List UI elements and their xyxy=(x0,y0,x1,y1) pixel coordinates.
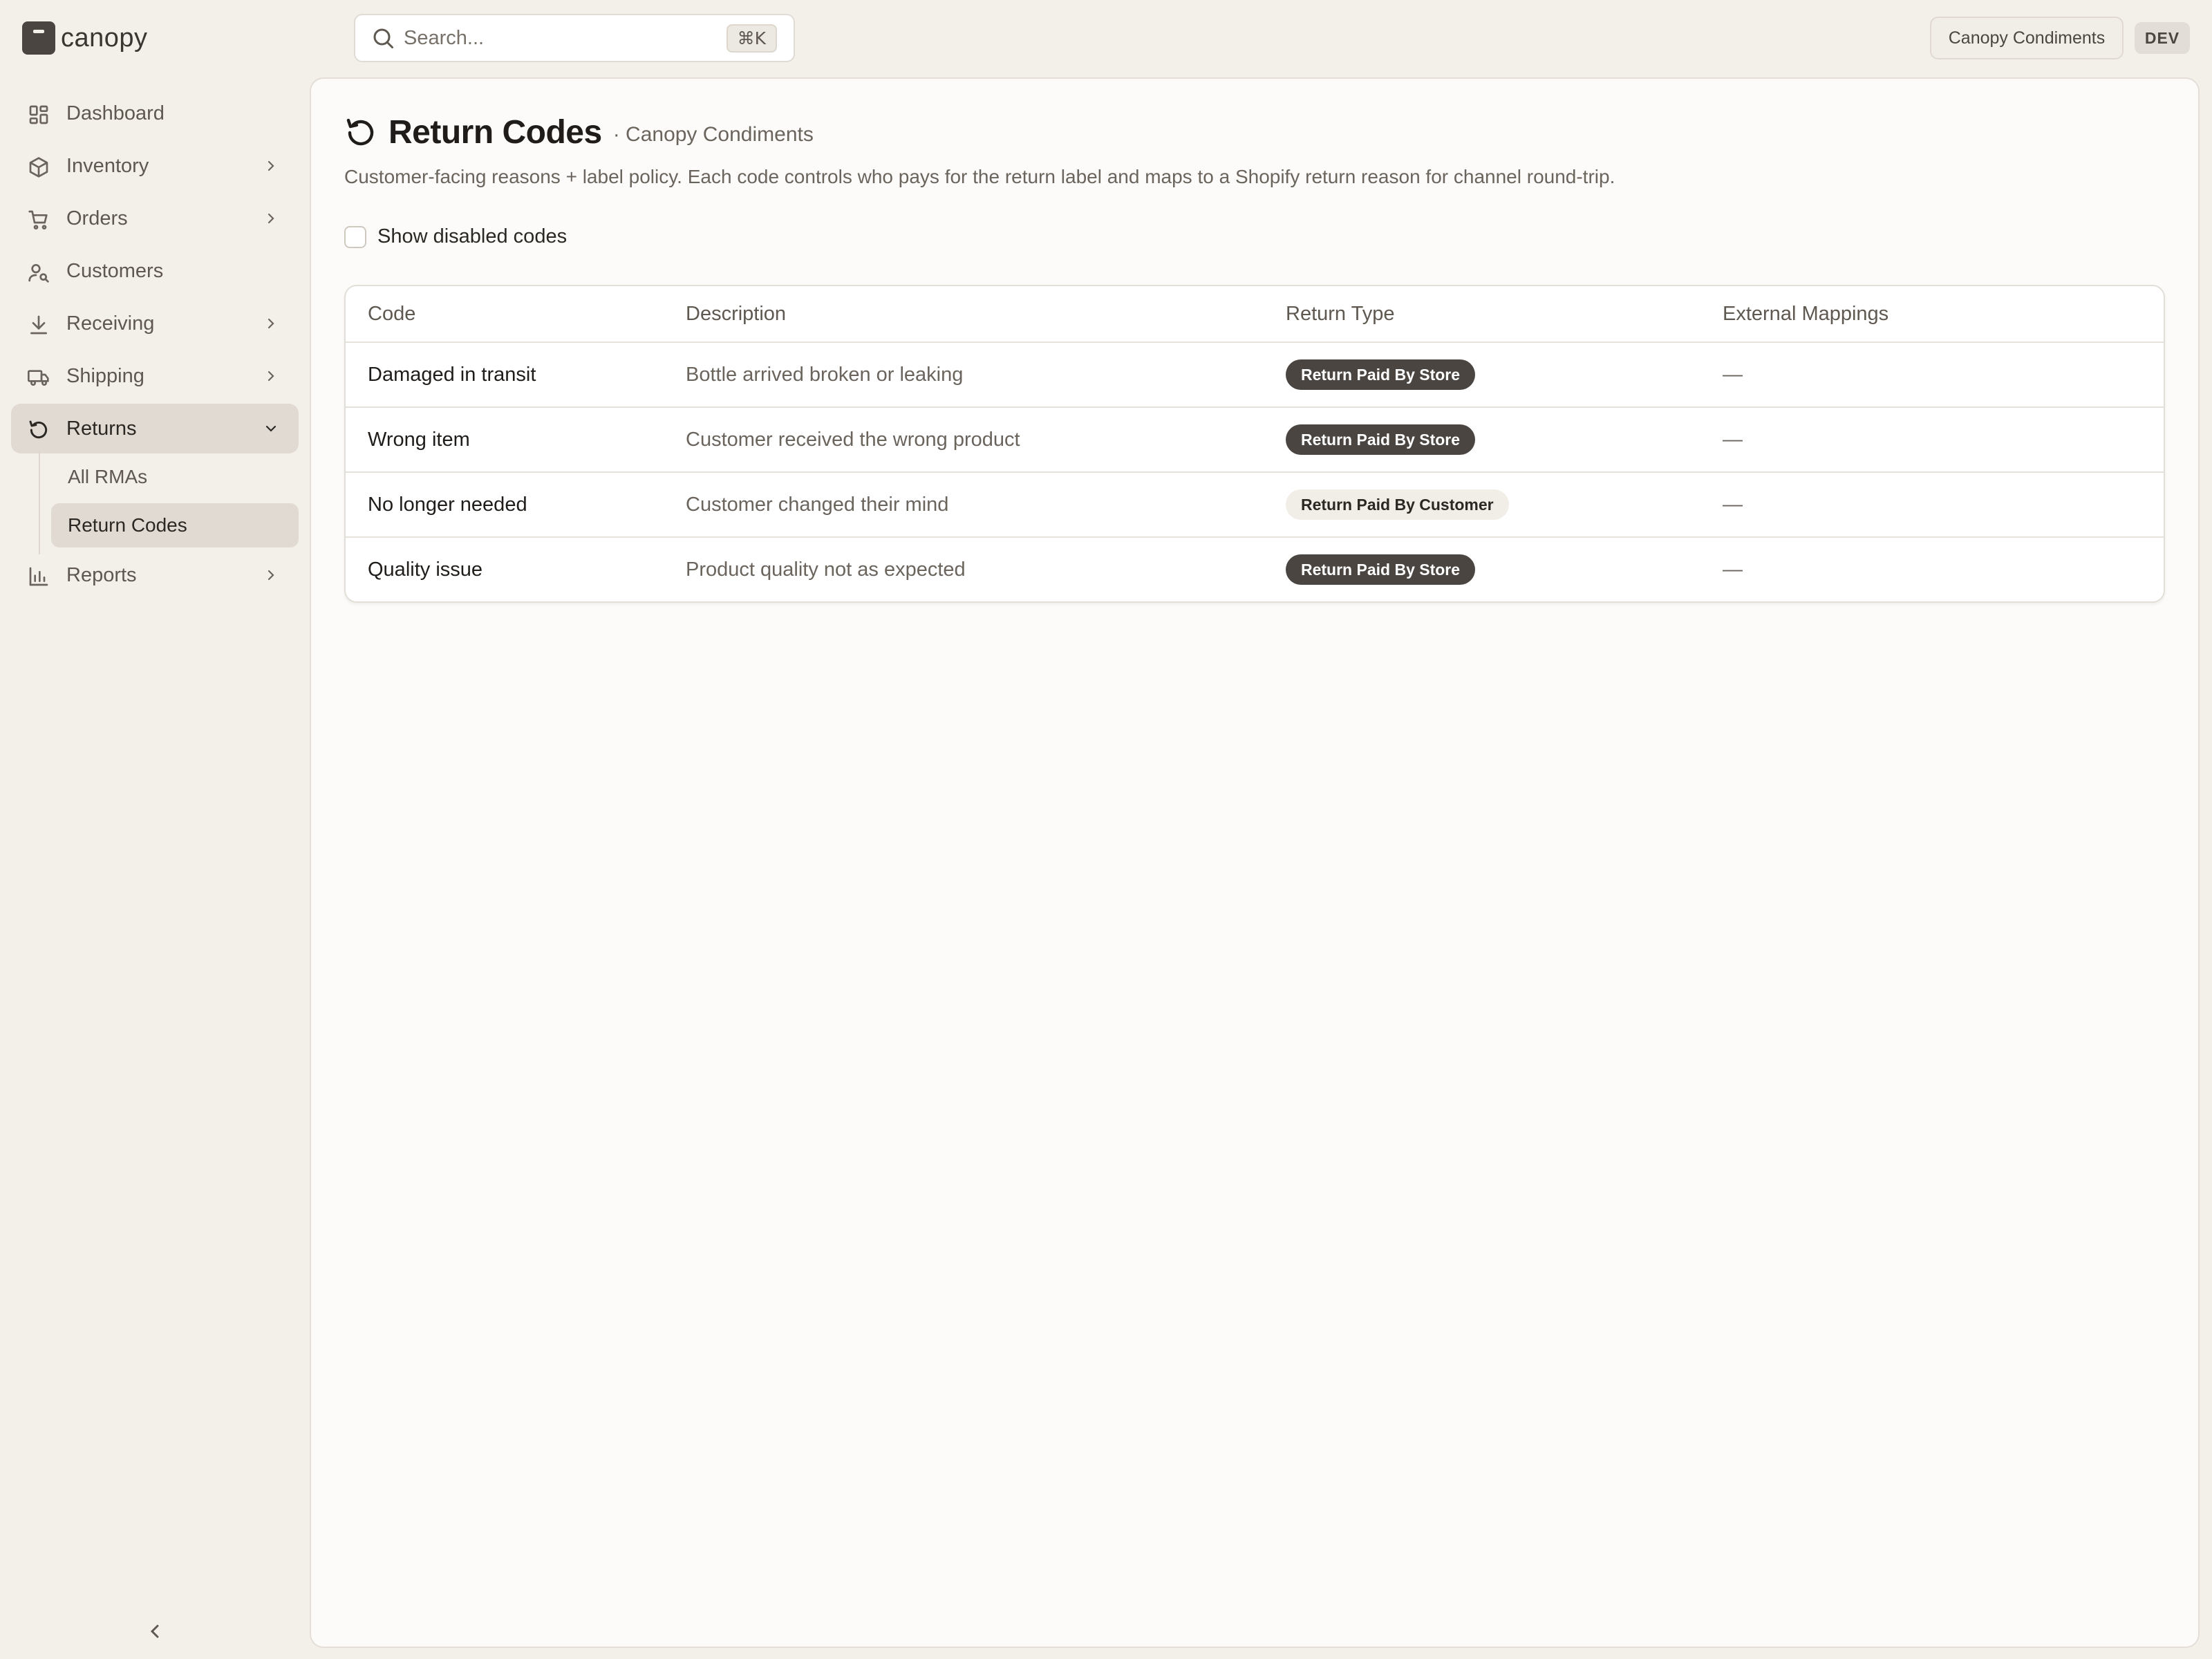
brand-name: canopy xyxy=(61,23,148,53)
sidebar-item-dashboard[interactable]: Dashboard xyxy=(11,88,299,138)
sidebar-item-receiving[interactable]: Receiving xyxy=(11,299,299,348)
search-shortcut: ⌘K xyxy=(726,24,777,53)
return-type-badge: Return Paid By Store xyxy=(1286,554,1476,585)
truck-icon xyxy=(28,370,49,386)
sidebar-item-label: Orders xyxy=(66,207,128,229)
main-panel: Return Codes · Canopy Condiments Custome… xyxy=(310,77,2200,1648)
table-header-row: Code Description Return Type External Ma… xyxy=(346,286,2164,343)
search-input[interactable]: Search... ⌘K xyxy=(354,14,795,62)
return-type-badge: Return Paid By Customer xyxy=(1286,489,1509,520)
return-codes-table: Code Description Return Type External Ma… xyxy=(344,285,2165,603)
external-mapping-cell: — xyxy=(1723,342,2164,408)
table-row[interactable]: No longer needed Customer changed their … xyxy=(346,472,2164,538)
column-header-code[interactable]: Code xyxy=(346,286,686,343)
environment-badge: DEV xyxy=(2135,22,2190,54)
sidebar-item-customers[interactable]: Customers xyxy=(11,246,299,296)
return-type-badge: Return Paid By Store xyxy=(1286,424,1476,455)
search-icon xyxy=(373,28,393,48)
column-header-return-type[interactable]: Return Type xyxy=(1286,286,1723,343)
description-cell: Bottle arrived broken or leaking xyxy=(686,342,1286,408)
dashboard-icon xyxy=(29,105,48,124)
table-row[interactable]: Wrong item Customer received the wrong p… xyxy=(346,407,2164,473)
sidebar-item-reports[interactable]: Reports xyxy=(11,550,299,600)
chevron-right-icon xyxy=(268,213,274,224)
column-header-description[interactable]: Description xyxy=(686,286,1286,343)
code-cell: Wrong item xyxy=(346,407,686,473)
show-disabled-toggle[interactable]: Show disabled codes xyxy=(344,225,567,248)
description-cell: Customer received the wrong product xyxy=(686,407,1286,473)
page-title: Return Codes xyxy=(388,114,602,151)
sidebar-item-orders[interactable]: Orders xyxy=(11,194,299,243)
return-type-cell: Return Paid By Customer xyxy=(1286,472,1723,538)
return-type-cell: Return Paid By Store xyxy=(1286,537,1723,601)
canopy-logo-icon xyxy=(22,21,55,55)
sidebar-item-label: Dashboard xyxy=(66,102,165,124)
chevron-right-icon xyxy=(268,570,274,581)
code-cell: Damaged in transit xyxy=(346,342,686,408)
external-mapping-cell: — xyxy=(1723,558,1743,581)
sidebar-subitem-all-rmas[interactable]: All RMAs xyxy=(51,455,299,499)
chevron-right-icon xyxy=(268,160,274,171)
chevron-right-icon xyxy=(268,371,274,382)
page-description: Customer-facing reasons + label policy. … xyxy=(344,166,1615,187)
code-cell: Quality issue xyxy=(368,558,483,581)
description-cell: Product quality not as expected xyxy=(686,558,966,581)
user-search-icon xyxy=(28,264,49,283)
return-type-cell: Return Paid By Store xyxy=(1286,342,1723,408)
sidebar-item-shipping[interactable]: Shipping xyxy=(11,351,299,401)
collapse-sidebar-icon[interactable] xyxy=(144,1620,166,1642)
sidebar-item-label: Customers xyxy=(66,259,164,282)
search-placeholder: Search... xyxy=(404,26,485,49)
return-type-badge: Return Paid By Store xyxy=(1286,359,1476,390)
bar-chart-icon xyxy=(29,567,48,586)
store-switcher-button[interactable]: Canopy Condiments xyxy=(1930,17,2124,59)
cart-icon xyxy=(28,210,48,229)
code-cell: No longer needed xyxy=(346,472,686,538)
box-icon xyxy=(29,157,48,178)
table-row[interactable]: Quality issue Product quality not as exp… xyxy=(346,537,2164,601)
undo-icon xyxy=(346,118,374,145)
sidebar-item-label: Returns xyxy=(66,417,137,440)
return-type-cell: Return Paid By Store xyxy=(1286,407,1723,473)
sidebar-subitem-return-codes[interactable]: Return Codes xyxy=(51,503,299,547)
page-header: Return Codes · Canopy Condiments xyxy=(344,113,814,151)
page-subtitle: · Canopy Condiments xyxy=(612,122,814,146)
sidebar-item-label: Reports xyxy=(66,563,137,586)
sidebar-item-label: Inventory xyxy=(66,154,149,177)
external-mapping-cell: — xyxy=(1723,472,2164,538)
show-disabled-label[interactable]: Show disabled codes xyxy=(377,225,567,248)
chevron-right-icon xyxy=(268,318,274,329)
undo-icon xyxy=(29,420,48,439)
brand-logo[interactable]: canopy xyxy=(22,21,148,55)
description-cell: Customer changed their mind xyxy=(686,472,1286,538)
sidebar-item-label: Receiving xyxy=(66,312,155,335)
sidebar-item-returns[interactable]: Returns xyxy=(11,404,299,453)
chevron-down-icon xyxy=(265,425,276,432)
sidebar-item-inventory[interactable]: Inventory xyxy=(11,141,299,191)
download-icon xyxy=(30,315,47,335)
external-mapping-cell: — xyxy=(1723,407,2164,473)
column-header-external-mappings[interactable]: External Mappings xyxy=(1723,286,2164,343)
sidebar-item-label: Shipping xyxy=(66,364,144,387)
show-disabled-checkbox[interactable] xyxy=(344,225,366,248)
table-row[interactable]: Damaged in transit Bottle arrived broken… xyxy=(346,342,2164,408)
submenu-guide-line xyxy=(39,451,40,554)
